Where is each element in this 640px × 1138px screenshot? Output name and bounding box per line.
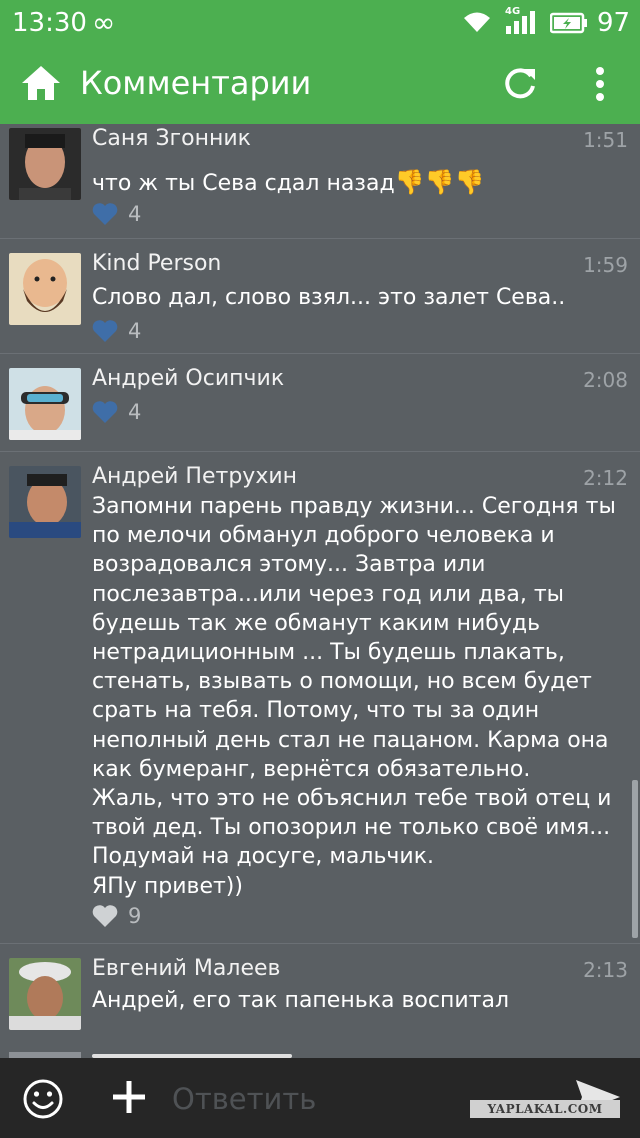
plus-icon[interactable] bbox=[110, 1078, 148, 1116]
comment-item[interactable]: Андрей Петрухин 2:12 Запомни парень прав… bbox=[0, 452, 640, 944]
avatar[interactable] bbox=[9, 253, 81, 325]
comment-time: 1:59 bbox=[583, 253, 628, 277]
avatar[interactable] bbox=[9, 368, 81, 440]
comment-item[interactable]: Евгений Малеев 2:13 Андрей, его так папе… bbox=[0, 944, 640, 1054]
comment-text-content: что ж ты Сева сдал назад bbox=[92, 171, 395, 196]
reply-input[interactable] bbox=[170, 1076, 454, 1122]
like-count: 4 bbox=[128, 400, 142, 424]
comment-text: Андрей, его так папенька воспитал bbox=[92, 988, 510, 1013]
comment-item[interactable]: Андрей Осипчик 2:08 4 bbox=[0, 354, 640, 452]
comment-text-line: ЯПу привет)) bbox=[92, 873, 243, 899]
like-count: 4 bbox=[128, 319, 142, 343]
status-time: 13:30 bbox=[12, 8, 87, 38]
comment-text-line: Запомни парень правду жизни... Сегодня т… bbox=[92, 494, 616, 519]
reply-bar bbox=[0, 1058, 640, 1138]
avatar[interactable] bbox=[9, 466, 81, 538]
comment-text-line: стенать, взывать о помощи, но всем будет bbox=[92, 669, 592, 695]
comment-author[interactable]: Андрей Осипчик bbox=[92, 366, 284, 391]
comment-text-line: срать на тебя. Потому, что ты за один bbox=[92, 698, 540, 724]
heart-icon bbox=[92, 401, 118, 423]
comment-author[interactable]: Евгений Малеев bbox=[92, 956, 281, 981]
comments-list[interactable]: Саня Згонник 1:51 что ж ты Сева сдал наз… bbox=[0, 124, 640, 1058]
comment-time: 2:13 bbox=[583, 958, 628, 982]
heart-icon bbox=[92, 320, 118, 342]
comment-item[interactable]: Kind Person 1:59 Слово дал, слово взял..… bbox=[0, 239, 640, 354]
scrollbar[interactable] bbox=[632, 780, 638, 938]
like-button[interactable]: 4 bbox=[92, 202, 141, 226]
comment-item[interactable]: Саня Згонник 1:51 что ж ты Сева сдал наз… bbox=[0, 124, 640, 239]
signal-icon bbox=[506, 11, 535, 34]
comment-time: 2:12 bbox=[583, 466, 628, 490]
battery-icon bbox=[550, 12, 587, 34]
like-count: 4 bbox=[128, 202, 142, 226]
like-button[interactable]: 9 bbox=[92, 904, 141, 928]
comment-author[interactable]: Kind Person bbox=[92, 251, 221, 276]
infinity-icon: ∞ bbox=[92, 6, 116, 39]
comment-author[interactable]: Саня Згонник bbox=[92, 126, 251, 151]
page-title: Комментарии bbox=[80, 64, 312, 102]
comment-text-line: как бумеранг, вернётся обязательно. bbox=[92, 756, 531, 782]
comment-time: 1:51 bbox=[583, 128, 628, 152]
heart-icon bbox=[92, 203, 118, 225]
watermark: YAPLAKAL.COM bbox=[470, 1100, 620, 1118]
battery-percent: 97 bbox=[597, 8, 631, 38]
comment-text-line: нетрадиционным ... Ты будешь плакать, bbox=[92, 640, 565, 666]
comment-text-line: послезавтра...или через год или два, ты bbox=[92, 581, 565, 607]
comment-text-line: неполный день стал не пацаном. Карма она bbox=[92, 727, 609, 753]
comment-author[interactable]: Андрей Петрухин bbox=[92, 464, 297, 489]
more-vert-icon[interactable] bbox=[588, 66, 612, 102]
comment-text: Слово дал, слово взял... это залет Сева.… bbox=[92, 285, 566, 310]
home-icon[interactable] bbox=[20, 64, 62, 102]
avatar[interactable] bbox=[9, 128, 81, 200]
smiley-icon[interactable] bbox=[22, 1078, 64, 1120]
comment-text-line: будешь так же обманут каким нибудь bbox=[92, 610, 541, 636]
status-bar: 13:30 ∞ 4G 97 bbox=[0, 0, 640, 46]
comment-text-line: по мелочи обманул доброго человека и bbox=[92, 523, 555, 549]
wifi-icon bbox=[464, 12, 490, 32]
comment-text-line: возрадовался этому... Завтра или bbox=[92, 552, 486, 578]
comment-text: что ж ты Сева сдал назад👎👎👎 bbox=[92, 168, 622, 198]
comment-text-line: Подумай на досуге, мальчик. bbox=[92, 844, 435, 870]
thumbs-down-emoji: 👎👎👎 bbox=[394, 168, 485, 196]
comment-text-line: Жаль, что это не объяснил тебе твой отец… bbox=[92, 786, 612, 812]
like-count: 9 bbox=[128, 904, 142, 928]
avatar[interactable] bbox=[9, 958, 81, 1030]
refresh-icon[interactable] bbox=[502, 66, 538, 102]
comment-text-line: твой дед. Ты опозорил не только своё имя… bbox=[92, 815, 611, 841]
app-toolbar: Комментарии bbox=[0, 46, 640, 124]
comment-time: 2:08 bbox=[583, 368, 628, 392]
heart-icon bbox=[92, 905, 118, 927]
like-button[interactable]: 4 bbox=[92, 319, 141, 343]
like-button[interactable]: 4 bbox=[92, 400, 141, 424]
comment-text: Запомни парень правду жизни... Сегодня т… bbox=[92, 492, 622, 901]
